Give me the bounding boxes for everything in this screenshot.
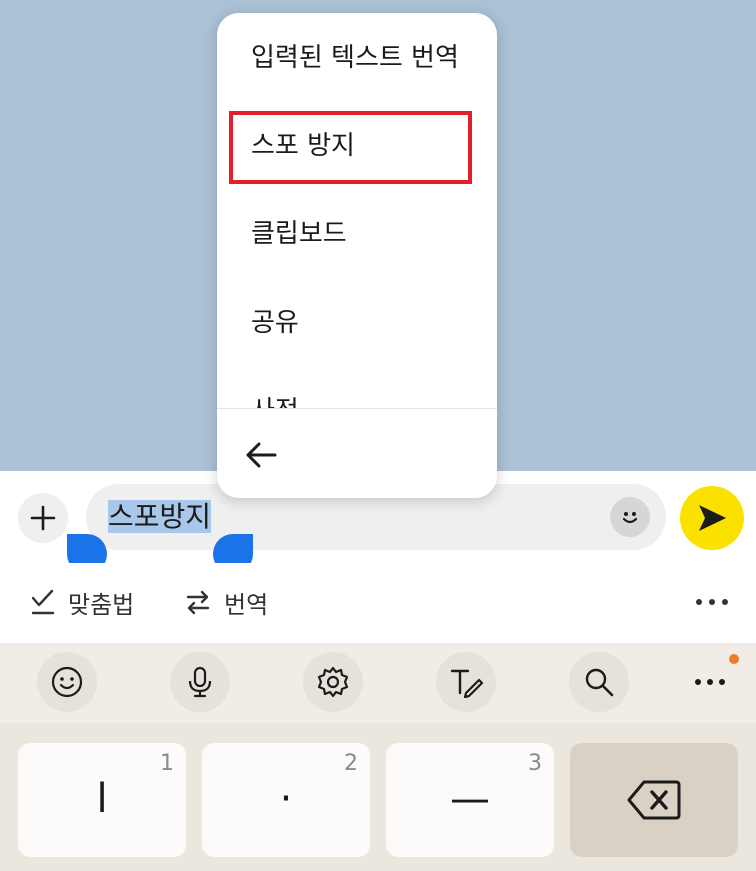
attach-button[interactable] <box>18 493 68 543</box>
swap-arrows-icon <box>186 590 210 615</box>
keyboard-search-button[interactable] <box>569 652 629 712</box>
keyboard-toolbar <box>0 643 756 723</box>
input-toolbar: 맞춤법 번역 <box>0 563 756 643</box>
menu-divider <box>217 408 497 409</box>
notification-dot <box>729 654 739 664</box>
more-button[interactable] <box>690 587 734 617</box>
more-horizontal-icon <box>695 679 725 685</box>
spell-check-label: 맞춤법 <box>68 590 135 619</box>
backspace-icon <box>627 780 681 820</box>
translate-button[interactable]: 번역 <box>184 581 268 623</box>
gear-icon <box>317 666 349 698</box>
smiley-icon <box>622 512 638 524</box>
key-2[interactable]: 2 · <box>202 743 370 857</box>
selected-text: 스포방지 <box>108 500 212 533</box>
more-horizontal-icon <box>696 599 728 605</box>
emoticon-button[interactable] <box>610 497 650 537</box>
spell-check-button[interactable]: 맞춤법 <box>30 581 134 623</box>
plus-icon <box>30 505 56 531</box>
backspace-key[interactable] <box>570 743 738 857</box>
send-button[interactable] <box>680 486 744 550</box>
menu-item-translate-input[interactable]: 입력된 텍스트 번역 <box>251 38 459 78</box>
handwriting-button[interactable] <box>436 652 496 712</box>
menu-item-share[interactable]: 공유 <box>251 303 299 343</box>
send-icon <box>699 505 726 531</box>
check-icon <box>31 589 55 615</box>
menu-item-dictionary[interactable]: 사전 <box>251 391 299 409</box>
voice-input-button[interactable] <box>170 652 230 712</box>
translate-label: 번역 <box>224 590 269 619</box>
arrow-left-icon <box>246 442 277 468</box>
text-pen-icon <box>450 669 484 699</box>
keyboard-emoji-button[interactable] <box>37 652 97 712</box>
key-1[interactable]: 1 l <box>18 743 186 857</box>
emoji-icon <box>51 666 83 698</box>
microphone-icon <box>188 666 212 698</box>
text-selection-menu: 입력된 텍스트 번역 스포 방지 클립보드 공유 사전 <box>217 13 497 498</box>
highlight-annotation-box <box>229 111 472 184</box>
menu-back-button[interactable] <box>239 433 283 477</box>
menu-item-clipboard[interactable]: 클립보드 <box>251 214 347 254</box>
search-icon <box>585 668 614 697</box>
keyboard-keys: 1 l 2 · 3 — <box>0 723 756 871</box>
keyboard-settings-button[interactable] <box>303 652 363 712</box>
key-3[interactable]: 3 — <box>386 743 554 857</box>
